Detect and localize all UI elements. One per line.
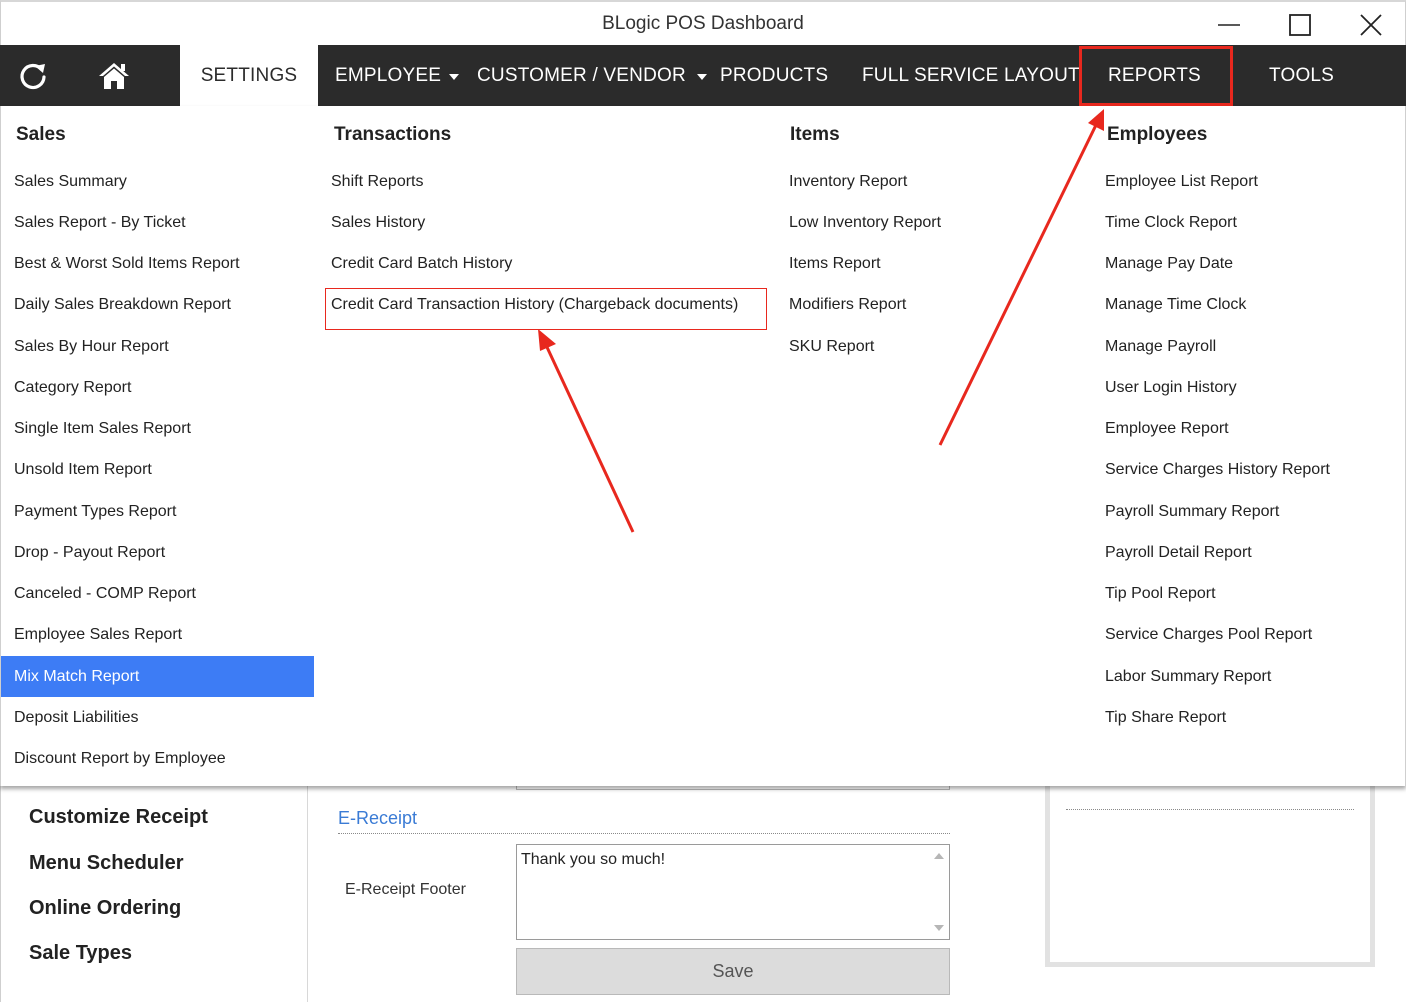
menu-item-payroll-detail[interactable]: Payroll Detail Report bbox=[1105, 532, 1252, 573]
column-heading-employees: Employees bbox=[1107, 124, 1208, 145]
menu-item-inventory-report[interactable]: Inventory Report bbox=[789, 161, 907, 202]
menu-item-discount-by-employee[interactable]: Discount Report by Employee bbox=[1, 738, 314, 779]
menu-item-low-inventory-report[interactable]: Low Inventory Report bbox=[789, 202, 941, 243]
home-icon bbox=[99, 62, 129, 89]
scroll-up-icon[interactable] bbox=[934, 853, 944, 859]
minimize-icon bbox=[1218, 24, 1240, 26]
textarea-scrollbar[interactable] bbox=[931, 845, 949, 939]
menu-item-tip-share[interactable]: Tip Share Report bbox=[1105, 697, 1226, 738]
menu-item-manage-pay-date[interactable]: Manage Pay Date bbox=[1105, 243, 1233, 284]
tab-settings[interactable]: SETTINGS bbox=[180, 45, 318, 106]
menu-item-unsold-item[interactable]: Unsold Item Report bbox=[1, 449, 314, 490]
maximize-button[interactable] bbox=[1277, 6, 1323, 44]
menu-item-sales-summary[interactable]: Sales Summary bbox=[1, 161, 314, 202]
menu-item-labor-summary[interactable]: Labor Summary Report bbox=[1105, 656, 1271, 697]
tab-customer-vendor[interactable]: CUSTOMER / VENDOR bbox=[477, 45, 707, 106]
e-receipt-footer-value: Thank you so much! bbox=[521, 851, 666, 868]
tab-full-service-layout[interactable]: FULL SERVICE LAYOUT bbox=[862, 45, 1080, 106]
menu-item-user-login-history[interactable]: User Login History bbox=[1105, 367, 1237, 408]
title-bar: BLogic POS Dashboard bbox=[0, 0, 1406, 45]
menu-item-employee-report[interactable]: Employee Report bbox=[1105, 408, 1229, 449]
menu-item-service-charges-pool[interactable]: Service Charges Pool Report bbox=[1105, 614, 1312, 655]
tab-tools[interactable]: TOOLS bbox=[1269, 45, 1334, 106]
window-title: BLogic POS Dashboard bbox=[602, 13, 804, 34]
menu-item-best-worst-sold-items[interactable]: Best & Worst Sold Items Report bbox=[1, 243, 314, 284]
menu-item-time-clock-report[interactable]: Time Clock Report bbox=[1105, 202, 1237, 243]
column-heading-items: Items bbox=[790, 124, 840, 145]
tab-reports-label: REPORTS bbox=[1108, 64, 1201, 86]
main-nav-bar: SETTINGS EMPLOYEE CUSTOMER / VENDOR PROD… bbox=[0, 45, 1406, 106]
tab-settings-label: SETTINGS bbox=[200, 64, 298, 86]
menu-item-cc-transaction-history[interactable]: Credit Card Transaction History (Chargeb… bbox=[331, 284, 738, 325]
sidebar-item-online-ordering[interactable]: Online Ordering bbox=[29, 897, 181, 920]
menu-item-manage-time-clock[interactable]: Manage Time Clock bbox=[1105, 284, 1246, 325]
menu-item-manage-payroll[interactable]: Manage Payroll bbox=[1105, 326, 1216, 367]
tab-products-label: PRODUCTS bbox=[720, 64, 829, 86]
sidebar-item-customize-receipt[interactable]: Customize Receipt bbox=[29, 806, 208, 829]
section-divider bbox=[338, 833, 950, 834]
chevron-down-icon bbox=[696, 73, 707, 80]
e-receipt-footer-label: E-Receipt Footer bbox=[345, 881, 466, 898]
menu-item-sales-by-hour[interactable]: Sales By Hour Report bbox=[1, 326, 314, 367]
sidebar-item-menu-scheduler[interactable]: Menu Scheduler bbox=[29, 852, 183, 875]
e-receipt-footer-input[interactable]: Thank you so much! bbox=[516, 844, 950, 940]
close-button[interactable] bbox=[1348, 6, 1394, 44]
menu-item-employee-sales[interactable]: Employee Sales Report bbox=[1, 614, 314, 655]
menu-item-payment-types[interactable]: Payment Types Report bbox=[1, 491, 314, 532]
sidebar-item-sale-types[interactable]: Sale Types bbox=[29, 942, 132, 965]
tab-employee[interactable]: EMPLOYEE bbox=[335, 45, 460, 106]
reports-dropdown-menu: Sales Sales Summary Sales Report - By Ti… bbox=[0, 106, 1406, 786]
save-button[interactable]: Save bbox=[516, 948, 950, 995]
menu-item-sku-report[interactable]: SKU Report bbox=[789, 326, 874, 367]
column-heading-sales: Sales bbox=[16, 124, 66, 145]
menu-item-employee-list[interactable]: Employee List Report bbox=[1105, 161, 1258, 202]
right-panel bbox=[1045, 770, 1375, 967]
tab-reports[interactable]: REPORTS bbox=[1108, 45, 1201, 106]
e-receipt-section-title: E-Receipt bbox=[338, 808, 418, 828]
refresh-button[interactable] bbox=[8, 45, 58, 106]
menu-item-shift-reports[interactable]: Shift Reports bbox=[331, 161, 423, 202]
menu-item-modifiers-report[interactable]: Modifiers Report bbox=[789, 284, 906, 325]
menu-item-category-report[interactable]: Category Report bbox=[1, 367, 314, 408]
menu-item-service-charges-history[interactable]: Service Charges History Report bbox=[1105, 449, 1330, 490]
minimize-button[interactable] bbox=[1206, 6, 1252, 44]
menu-item-sales-report-by-ticket[interactable]: Sales Report - By Ticket bbox=[1, 202, 314, 243]
settings-sidebar: Customize Receipt Menu Scheduler Online … bbox=[0, 786, 308, 1002]
tab-customer-vendor-label: CUSTOMER / VENDOR bbox=[477, 64, 686, 86]
menu-item-mix-match[interactable]: Mix Match Report bbox=[1, 656, 314, 697]
menu-item-single-item-sales[interactable]: Single Item Sales Report bbox=[1, 408, 314, 449]
menu-item-items-report[interactable]: Items Report bbox=[789, 243, 881, 284]
right-panel-divider bbox=[1066, 809, 1354, 810]
tab-products[interactable]: PRODUCTS bbox=[720, 45, 828, 106]
refresh-icon bbox=[20, 63, 46, 89]
menu-item-daily-sales-breakdown[interactable]: Daily Sales Breakdown Report bbox=[1, 284, 314, 325]
menu-item-canceled-comp[interactable]: Canceled - COMP Report bbox=[1, 573, 314, 614]
menu-item-tip-pool[interactable]: Tip Pool Report bbox=[1105, 573, 1216, 614]
menu-item-sales-history[interactable]: Sales History bbox=[331, 202, 425, 243]
tab-tools-label: TOOLS bbox=[1269, 64, 1335, 86]
menu-item-drop-payout[interactable]: Drop - Payout Report bbox=[1, 532, 314, 573]
home-button[interactable] bbox=[88, 45, 140, 106]
chevron-down-icon bbox=[449, 73, 460, 80]
maximize-icon bbox=[1289, 14, 1311, 36]
column-heading-transactions: Transactions bbox=[334, 124, 452, 145]
tab-full-service-layout-label: FULL SERVICE LAYOUT bbox=[862, 64, 1080, 86]
close-icon bbox=[1360, 14, 1382, 36]
menu-item-cc-batch-history[interactable]: Credit Card Batch History bbox=[331, 243, 512, 284]
menu-item-payroll-summary[interactable]: Payroll Summary Report bbox=[1105, 491, 1279, 532]
scroll-down-icon[interactable] bbox=[934, 925, 944, 931]
tab-employee-label: EMPLOYEE bbox=[335, 64, 442, 86]
menu-item-deposit-liabilities[interactable]: Deposit Liabilities bbox=[1, 697, 314, 738]
